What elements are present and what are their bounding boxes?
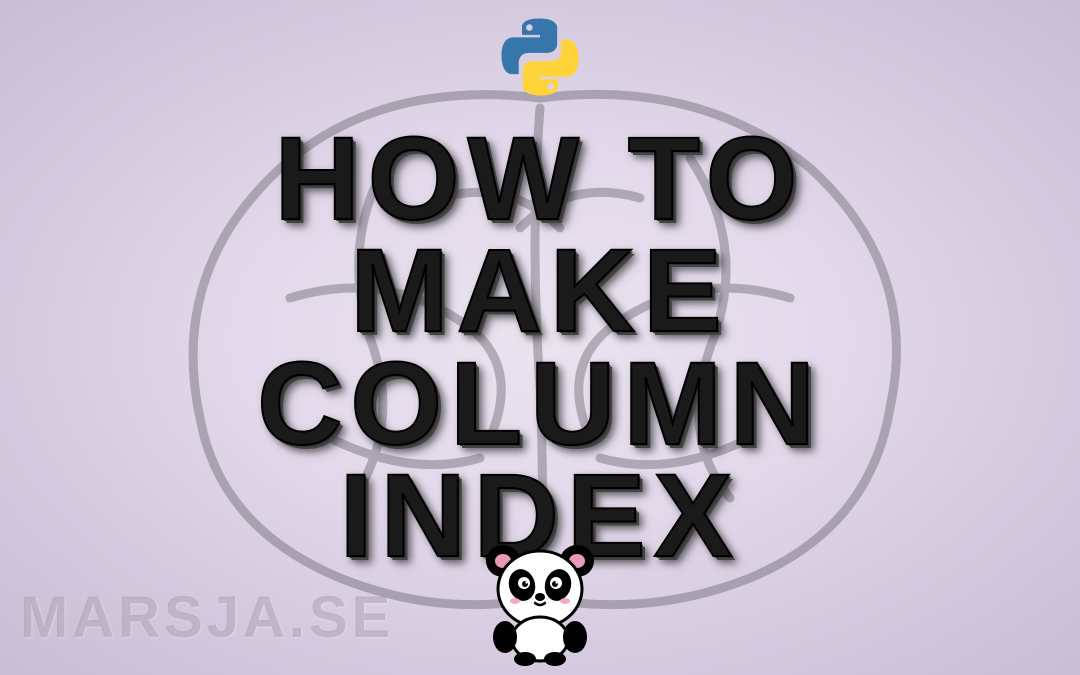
title-line-2: MAKE xyxy=(350,235,729,347)
python-logo-icon xyxy=(495,12,585,102)
panda-mascot-icon xyxy=(475,537,605,667)
title-line-1: HOW TO xyxy=(275,123,806,235)
title-block: HOW TO MAKE COLUMN INDEX xyxy=(257,123,823,571)
title-line-3: COLUMN xyxy=(257,348,823,460)
main-content: HOW TO MAKE COLUMN INDEX xyxy=(0,0,1080,675)
watermark-text: MARSJA.SE xyxy=(20,584,394,651)
